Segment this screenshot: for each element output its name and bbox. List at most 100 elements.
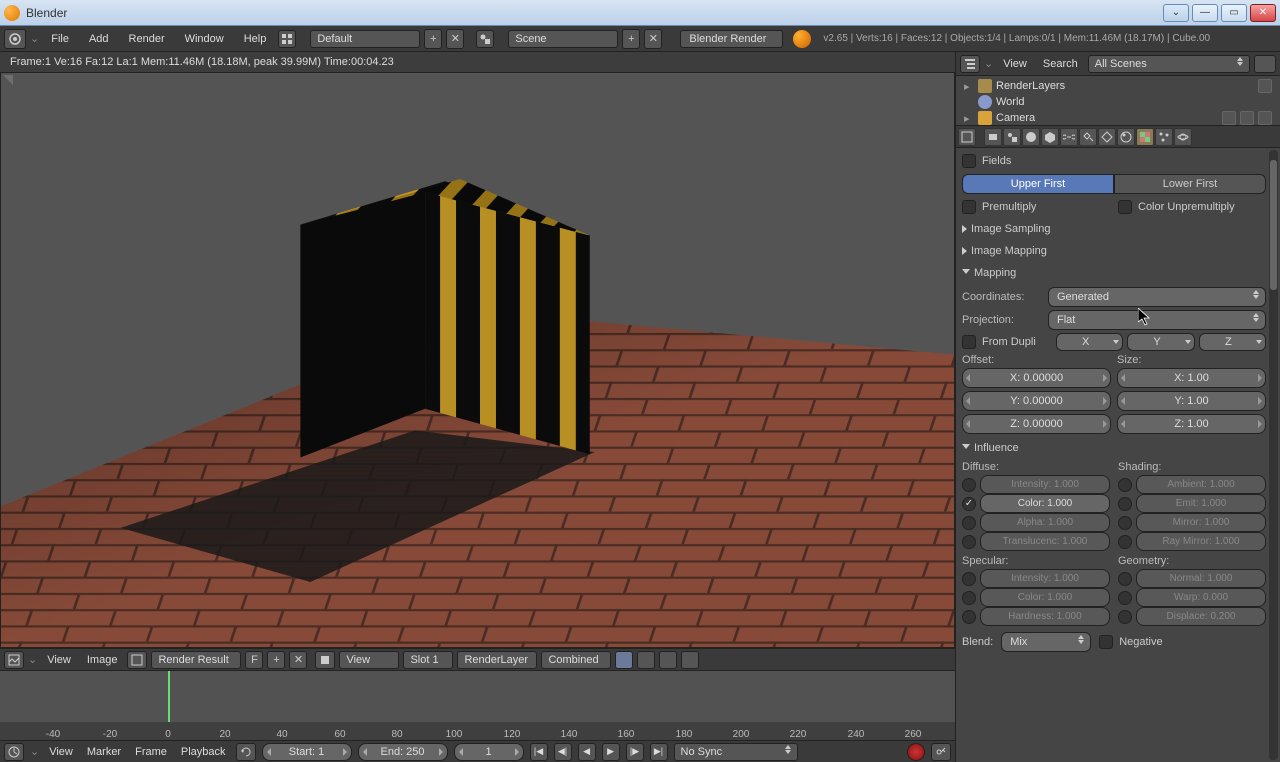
- outliner-menu-view[interactable]: View: [997, 58, 1033, 70]
- diffuse-transl-chk[interactable]: [962, 535, 976, 549]
- timeline-menu-frame[interactable]: Frame: [131, 746, 171, 758]
- playhead[interactable]: [168, 671, 170, 722]
- outliner-search-button[interactable]: [1254, 55, 1276, 73]
- tab-particles[interactable]: [1155, 128, 1173, 146]
- geo-normal[interactable]: Normal: 1.000: [1136, 569, 1266, 588]
- restrict-select-icon[interactable]: [1240, 111, 1254, 125]
- context-menu-icon[interactable]: [958, 128, 976, 146]
- keying-set-button[interactable]: [931, 743, 951, 761]
- outliner-item-camera[interactable]: ▸ Camera: [964, 110, 1272, 126]
- titlebar-help-button[interactable]: ⌄: [1163, 4, 1189, 22]
- display-alpha-button[interactable]: [659, 651, 677, 669]
- geo-displace[interactable]: Displace: 0.200: [1136, 607, 1266, 626]
- image-browse-icon[interactable]: [127, 651, 147, 669]
- shading-mirror[interactable]: Mirror: 1.000: [1136, 513, 1266, 532]
- negative-checkbox[interactable]: [1099, 635, 1113, 649]
- diffuse-alpha-chk[interactable]: [962, 516, 976, 530]
- image-add-button[interactable]: +: [267, 651, 285, 669]
- spec-hardness-chk[interactable]: [962, 610, 976, 624]
- layout-add[interactable]: +: [424, 29, 442, 49]
- section-image-sampling[interactable]: Image Sampling: [962, 218, 1266, 240]
- outliner-editor-type-menu[interactable]: [960, 55, 980, 73]
- layout-remove[interactable]: ✕: [446, 29, 464, 49]
- tab-material[interactable]: [1117, 128, 1135, 146]
- scene-name[interactable]: Scene: [508, 30, 618, 48]
- timeline-area[interactable]: -40 -20 0 20 40 60 80 100 120 140 160 18…: [0, 670, 955, 740]
- projection-dropdown[interactable]: Flat: [1048, 310, 1266, 330]
- properties-panel[interactable]: Fields Upper First Lower First Premultip…: [956, 148, 1280, 762]
- spec-intensity[interactable]: Intensity: 1.000: [980, 569, 1110, 588]
- fake-user-button[interactable]: F: [245, 651, 263, 669]
- properties-scrollbar[interactable]: [1269, 150, 1278, 760]
- outliner-display-mode[interactable]: All Scenes: [1088, 55, 1250, 73]
- timeline-menu-playback[interactable]: Playback: [177, 746, 230, 758]
- current-frame[interactable]: 1: [454, 743, 524, 761]
- display-rgb-button[interactable]: [637, 651, 655, 669]
- close-button[interactable]: ✕: [1250, 4, 1276, 22]
- shading-raymirror-chk[interactable]: [1118, 535, 1132, 549]
- layout-name[interactable]: Default: [310, 30, 420, 48]
- diffuse-color-chk[interactable]: [962, 497, 976, 511]
- spec-hardness[interactable]: Hardness: 1.000: [980, 607, 1110, 626]
- tab-data[interactable]: [1098, 128, 1116, 146]
- maximize-button[interactable]: ▭: [1221, 4, 1247, 22]
- render-engine[interactable]: Blender Render: [680, 30, 783, 48]
- timeline-editor-type-menu[interactable]: [4, 743, 24, 761]
- jump-start-button[interactable]: |◀: [530, 743, 548, 761]
- map-z[interactable]: Z: [1199, 333, 1266, 351]
- size-y[interactable]: Y: 1.00: [1117, 391, 1266, 411]
- keyframe-next-button[interactable]: |▶: [626, 743, 644, 761]
- tab-texture[interactable]: [1136, 128, 1154, 146]
- tab-constraints[interactable]: [1060, 128, 1078, 146]
- restrict-render-icon[interactable]: [1258, 111, 1272, 125]
- shading-ambient-chk[interactable]: [1118, 478, 1132, 492]
- tab-world[interactable]: [1022, 128, 1040, 146]
- area-corner-handle[interactable]: [3, 75, 15, 87]
- timeline-refresh-button[interactable]: [236, 743, 256, 761]
- display-rgba-button[interactable]: [615, 651, 633, 669]
- map-x[interactable]: X: [1056, 333, 1123, 351]
- lower-first-button[interactable]: Lower First: [1114, 174, 1266, 194]
- geo-warp[interactable]: Warp: 0.000: [1136, 588, 1266, 607]
- map-y[interactable]: Y: [1127, 333, 1194, 351]
- spec-color[interactable]: Color: 1.000: [980, 588, 1110, 607]
- shading-ambient[interactable]: Ambient: 1.000: [1136, 475, 1266, 494]
- tab-modifiers[interactable]: [1079, 128, 1097, 146]
- upper-first-button[interactable]: Upper First: [962, 174, 1114, 194]
- size-x[interactable]: X: 1.00: [1117, 368, 1266, 388]
- minimize-button[interactable]: —: [1192, 4, 1218, 22]
- tab-object[interactable]: [1041, 128, 1059, 146]
- diffuse-transl[interactable]: Translucenc: 1.000: [980, 532, 1110, 551]
- color-unpremult-checkbox[interactable]: [1118, 200, 1132, 214]
- sync-mode[interactable]: No Sync: [674, 743, 799, 761]
- geo-displace-chk[interactable]: [1118, 610, 1132, 624]
- menu-help[interactable]: Help: [236, 30, 275, 48]
- play-button[interactable]: ▶: [602, 743, 620, 761]
- geo-normal-chk[interactable]: [1118, 572, 1132, 586]
- geo-warp-chk[interactable]: [1118, 591, 1132, 605]
- scene-remove[interactable]: ✕: [644, 29, 662, 49]
- spec-intensity-chk[interactable]: [962, 572, 976, 586]
- coordinates-dropdown[interactable]: Generated: [1048, 287, 1266, 307]
- image-name-field[interactable]: Render Result: [151, 651, 241, 669]
- size-z[interactable]: Z: 1.00: [1117, 414, 1266, 434]
- outliner-menu-search[interactable]: Search: [1037, 58, 1084, 70]
- render-slot[interactable]: Slot 1: [403, 651, 453, 669]
- menu-window[interactable]: Window: [177, 30, 232, 48]
- outliner-item-renderlayers[interactable]: ▸ RenderLayers: [964, 78, 1272, 94]
- start-frame[interactable]: Start: 1: [262, 743, 352, 761]
- menu-add[interactable]: Add: [81, 30, 117, 48]
- from-dupli-checkbox[interactable]: [962, 335, 976, 349]
- timeline-menu-view[interactable]: View: [45, 746, 77, 758]
- outliner-item-world[interactable]: ▸ World: [964, 94, 1272, 110]
- scene-add[interactable]: +: [622, 29, 640, 49]
- end-frame[interactable]: End: 250: [358, 743, 448, 761]
- timeline-menu-marker[interactable]: Marker: [83, 746, 125, 758]
- offset-z[interactable]: Z: 0.00000: [962, 414, 1111, 434]
- image-remove-button[interactable]: ✕: [289, 651, 307, 669]
- premultiply-checkbox[interactable]: [962, 200, 976, 214]
- shading-emit-chk[interactable]: [1118, 497, 1132, 511]
- menu-file[interactable]: File: [43, 30, 77, 48]
- splash-icon[interactable]: [793, 30, 811, 48]
- image-mode-icon[interactable]: [315, 651, 335, 669]
